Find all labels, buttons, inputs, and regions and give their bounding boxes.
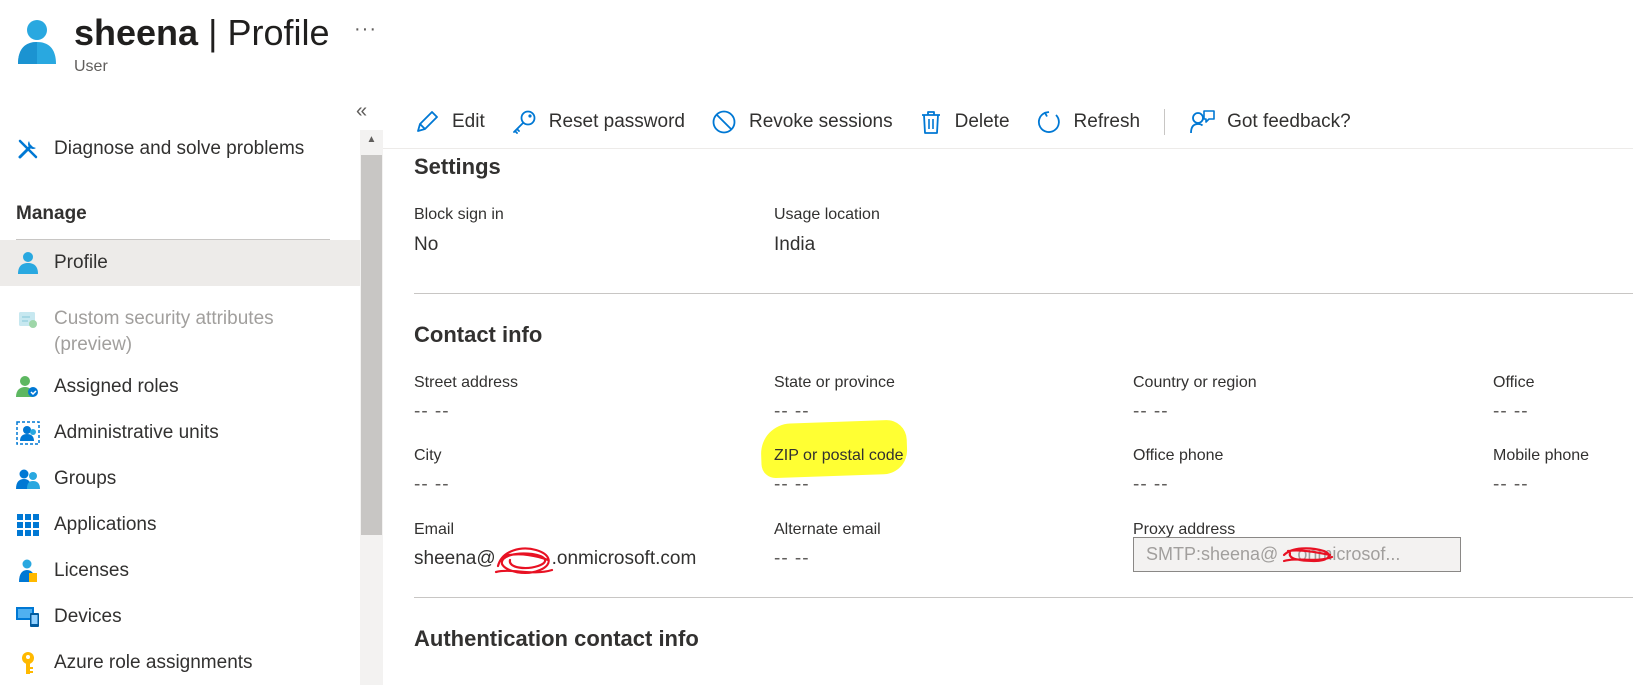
user-icon [16, 251, 40, 275]
alternate-email-value: -- -- [774, 548, 810, 569]
section-divider [414, 293, 1633, 294]
office-value: -- -- [1493, 401, 1529, 422]
sidebar-item-label: Administrative units [54, 422, 219, 443]
edit-label: Edit [452, 111, 485, 132]
applications-icon [16, 513, 40, 537]
key-icon [512, 110, 536, 134]
key-icon [16, 651, 40, 675]
mobile-phone-label: Mobile phone [1493, 447, 1590, 464]
refresh-label: Refresh [1073, 111, 1141, 132]
sidebar-item-assigned-roles[interactable]: Assigned roles [0, 364, 360, 410]
sidebar-item-label: Profile [54, 252, 108, 273]
sidebar-item-label: Devices [54, 606, 122, 627]
email-value-end: .onmicrosoft.com [551, 548, 697, 569]
feedback-label: Got feedback? [1227, 111, 1351, 132]
zip-value: -- -- [774, 474, 810, 495]
state-label: State or province [774, 374, 895, 391]
sidebar-item-groups[interactable]: Groups [0, 456, 360, 502]
alternate-email-label: Alternate email [774, 521, 881, 538]
edit-icon [417, 111, 438, 132]
trash-icon [921, 111, 940, 134]
proxy-value-end: .onmicrosof... [1292, 544, 1401, 564]
sidebar-item-custom-security-attributes[interactable]: Custom security attributes (preview) [0, 298, 360, 364]
profile-content: Settings Block sign in No Usage location… [414, 150, 1633, 685]
usage-location-value: India [774, 234, 816, 255]
refresh-button[interactable]: Refresh [1036, 109, 1141, 135]
reset-password-label: Reset password [548, 111, 685, 132]
devices-icon [16, 605, 40, 629]
edit-button[interactable]: Edit [414, 109, 485, 135]
section-divider [414, 597, 1633, 598]
email-value-start: sheena@ [414, 548, 496, 569]
sidebar-item-label: Azure role assignments [54, 652, 253, 673]
collapse-sidebar-icon[interactable]: « [356, 100, 367, 123]
sidebar-item-diagnose[interactable]: Diagnose and solve problems [0, 126, 360, 172]
sidebar-item-label: Applications [54, 514, 157, 535]
licenses-icon [16, 559, 40, 583]
city-value: -- -- [414, 474, 450, 495]
command-bar: Edit Reset password Revoke sessions Dele… [414, 104, 1377, 140]
more-options-icon[interactable]: ··· [354, 18, 377, 41]
title-user-name: sheena [74, 12, 199, 53]
block-sign-in-label: Block sign in [414, 206, 504, 223]
revoke-sessions-button[interactable]: Revoke sessions [711, 109, 893, 135]
state-value: -- -- [774, 401, 810, 422]
usage-location-label: Usage location [774, 206, 880, 223]
street-address-value: -- -- [414, 401, 450, 422]
sidebar-item-applications[interactable]: Applications [0, 502, 360, 548]
feedback-icon [1190, 110, 1215, 134]
zip-label: ZIP or postal code [774, 447, 904, 464]
security-attributes-icon [16, 308, 40, 332]
sidebar-item-administrative-units[interactable]: Administrative units [0, 410, 360, 456]
sidebar-section-manage: Manage [16, 203, 87, 224]
assigned-roles-icon [16, 375, 40, 399]
scroll-up-icon[interactable]: ▲ [360, 130, 383, 150]
proxy-value-start: SMTP:sheena@ [1146, 544, 1279, 564]
office-phone-label: Office phone [1133, 447, 1224, 464]
revoke-sessions-label: Revoke sessions [748, 111, 893, 132]
delete-label: Delete [954, 111, 1010, 132]
sidebar-item-licenses[interactable]: Licenses [0, 548, 360, 594]
city-label: City [414, 447, 442, 464]
sidebar-item-azure-role-assignments[interactable]: Azure role assignments [0, 640, 360, 685]
groups-icon [16, 467, 40, 491]
user-icon [18, 20, 56, 64]
sidebar-item-label: Licenses [54, 560, 129, 581]
page-subtitle: User [74, 58, 108, 75]
sidebar-item-profile[interactable]: Profile [0, 240, 360, 286]
proxy-address-field[interactable]: SMTP:sheena@ .onmicrosof... [1133, 537, 1461, 572]
sidebar-item-devices[interactable]: Devices [0, 594, 360, 640]
reset-password-button[interactable]: Reset password [511, 109, 685, 135]
admin-units-icon [16, 421, 40, 445]
toolbar-separator [1164, 109, 1166, 135]
wrench-icon [16, 137, 40, 161]
toolbar-divider [383, 148, 1633, 149]
authentication-contact-info-section-title: Authentication contact info [414, 626, 699, 651]
scrollbar-thumb[interactable] [361, 155, 382, 535]
country-label: Country or region [1133, 374, 1257, 391]
email-label: Email [414, 521, 455, 538]
refresh-icon [1037, 111, 1060, 133]
sidebar-item-label: Assigned roles [54, 376, 179, 397]
block-icon [712, 110, 736, 134]
contact-info-section-title: Contact info [414, 322, 543, 347]
delete-button[interactable]: Delete [919, 109, 1010, 135]
page-header: sheena | Profile ··· User [0, 0, 1633, 100]
mobile-phone-value: -- -- [1493, 474, 1529, 495]
settings-section-title: Settings [414, 154, 501, 179]
title-page-name: Profile [227, 12, 330, 53]
email-value: sheena@ .onmicrosoft.com [414, 548, 696, 570]
sidebar-item-label: Groups [54, 468, 117, 489]
street-address-label: Street address [414, 374, 519, 391]
sidebar-item-label: Diagnose and solve problems [54, 138, 305, 159]
office-label: Office [1493, 374, 1535, 391]
country-value: -- -- [1133, 401, 1169, 422]
sidebar-item-label: Custom security attributes (preview) [54, 308, 274, 355]
block-sign-in-value: No [414, 234, 439, 255]
page-title: sheena | Profile [74, 12, 330, 54]
title-separator: | [208, 12, 218, 53]
office-phone-value: -- -- [1133, 474, 1169, 495]
feedback-button[interactable]: Got feedback? [1189, 109, 1351, 135]
